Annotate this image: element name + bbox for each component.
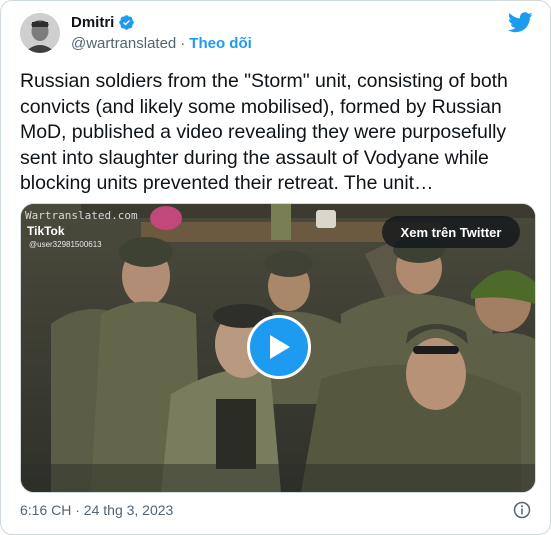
- video-media[interactable]: Wartranslated.com TikTok @user3298150061…: [20, 203, 536, 493]
- info-icon[interactable]: [513, 501, 531, 519]
- author-handle[interactable]: @wartranslated: [71, 35, 176, 52]
- avatar-image: [20, 13, 60, 53]
- twitter-bird-icon[interactable]: [508, 12, 533, 33]
- tiktok-user: @user32981500613: [29, 240, 102, 249]
- play-icon: [270, 335, 290, 359]
- video-watermark: Wartranslated.com: [25, 209, 138, 222]
- separator-dot: ·: [180, 35, 186, 52]
- avatar[interactable]: [20, 13, 60, 53]
- author-name-row: Dmitri: [71, 14, 135, 31]
- tweet-card[interactable]: Dmitri @wartranslated · Theo dõi Russian…: [0, 0, 551, 535]
- tweet-timestamp[interactable]: 6:16 CH · 24 thg 3, 2023: [20, 502, 173, 518]
- verified-badge-icon: [119, 15, 135, 30]
- follow-link[interactable]: Theo dõi: [189, 35, 252, 52]
- tiktok-label: TikTok: [27, 224, 65, 238]
- author-name[interactable]: Dmitri: [71, 14, 114, 31]
- play-button[interactable]: [247, 315, 311, 379]
- tweet-text: Russian soldiers from the "Storm" unit, …: [20, 70, 508, 194]
- view-on-twitter-button[interactable]: Xem trên Twitter: [382, 216, 520, 248]
- author-handle-row: @wartranslated · Theo dõi: [71, 35, 252, 52]
